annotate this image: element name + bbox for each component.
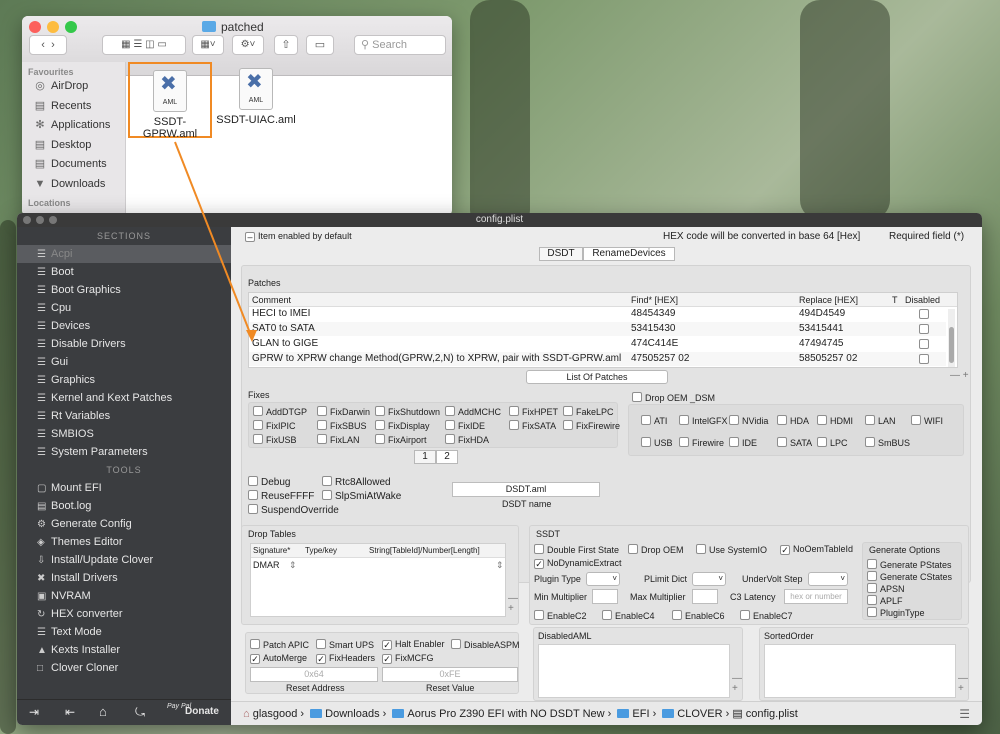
annotation-arrow [174, 141, 257, 342]
arrow-head [246, 330, 257, 342]
arrow-line [174, 141, 253, 339]
